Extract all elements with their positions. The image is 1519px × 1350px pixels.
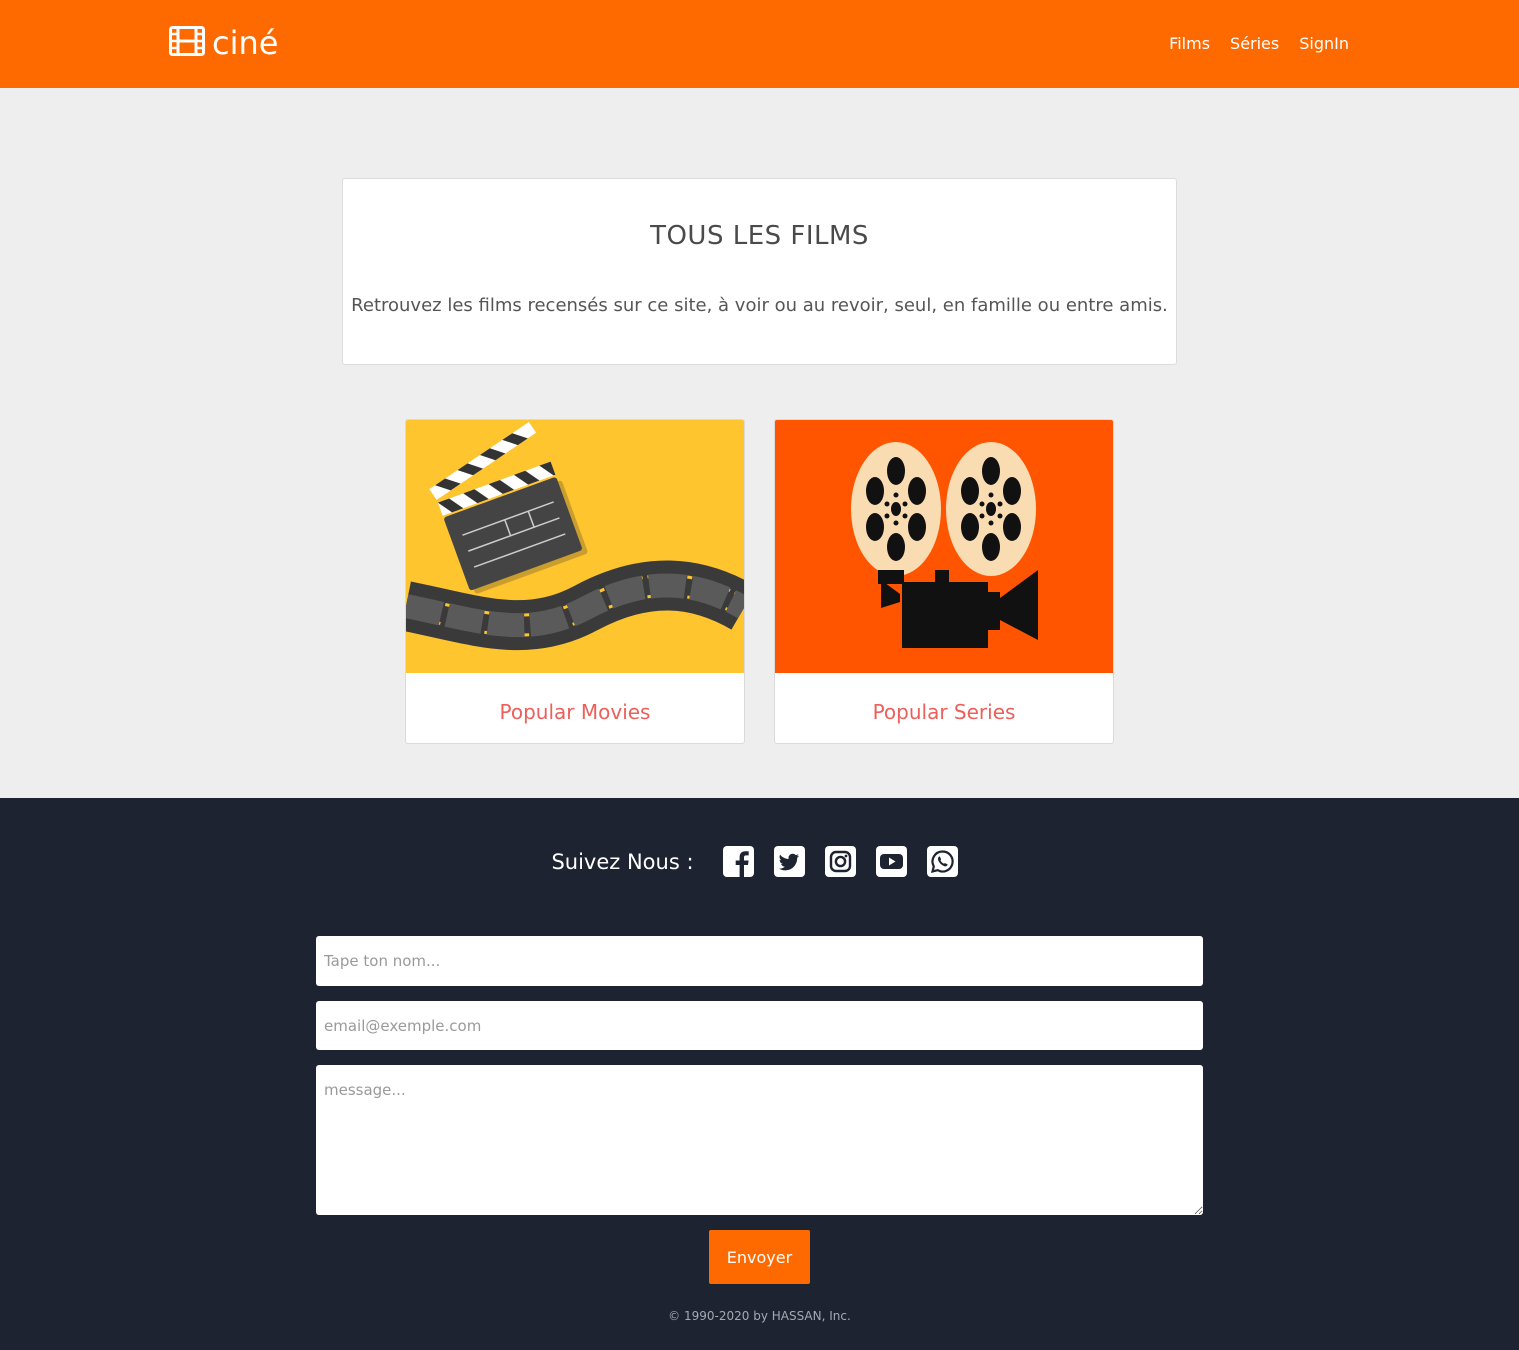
message-textarea[interactable] xyxy=(316,1065,1203,1215)
clapperboard-film-strip-image xyxy=(406,420,744,673)
follow-label: Suivez Nous : xyxy=(551,849,694,874)
film-icon xyxy=(169,26,205,60)
film-projector-image xyxy=(775,420,1113,673)
intro-card: TOUS LES FILMS Retrouvez les films recen… xyxy=(342,178,1177,365)
nav-series[interactable]: Séries xyxy=(1230,32,1279,56)
copyright-text: © 1990-2020 by HASSAN, Inc. xyxy=(668,1309,851,1323)
instagram-icon[interactable] xyxy=(824,845,857,878)
twitter-icon[interactable] xyxy=(773,845,806,878)
intro-text: Retrouvez les films recensés sur ce site… xyxy=(351,295,1168,316)
facebook-icon[interactable] xyxy=(722,845,755,878)
brand-link[interactable]: ciné xyxy=(169,24,278,62)
whatsapp-icon[interactable] xyxy=(926,845,959,878)
popular-movies-label: Popular Movies xyxy=(499,700,651,724)
email-input[interactable] xyxy=(316,1001,1203,1050)
page-title: TOUS LES FILMS xyxy=(650,221,869,251)
popular-series-card[interactable]: Popular Series xyxy=(774,419,1114,744)
youtube-icon[interactable] xyxy=(875,845,908,878)
nav-films[interactable]: Films xyxy=(1169,32,1210,56)
popular-movies-card[interactable]: Popular Movies xyxy=(405,419,745,744)
social-links: Suivez Nous : xyxy=(0,845,1519,878)
send-button[interactable]: Envoyer xyxy=(709,1230,810,1284)
main-nav: Films Séries SignIn xyxy=(1169,32,1349,56)
navbar: ciné Films Séries SignIn xyxy=(0,0,1519,88)
nav-signin[interactable]: SignIn xyxy=(1299,32,1349,56)
brand-name: ciné xyxy=(212,24,279,62)
popular-series-label: Popular Series xyxy=(872,700,1016,724)
name-input[interactable] xyxy=(316,936,1203,986)
